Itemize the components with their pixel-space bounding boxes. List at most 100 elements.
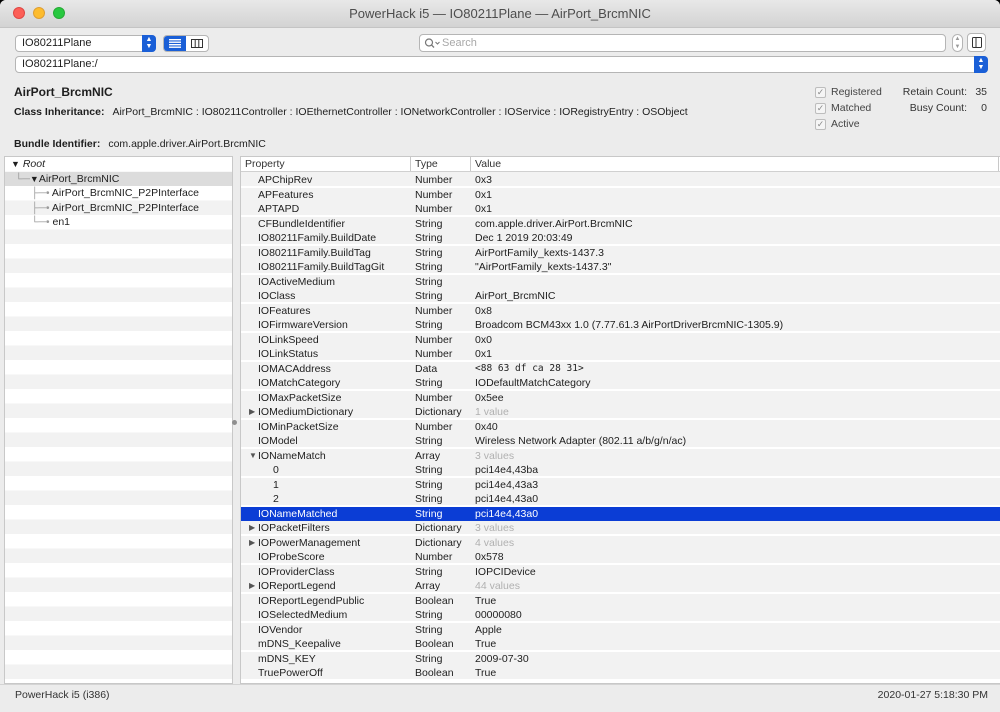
- column-header-property[interactable]: Property: [241, 157, 411, 171]
- properties-table[interactable]: Property Type Value APChipRev Number 0x3 AP…: [240, 156, 1000, 684]
- value-cell[interactable]: 0x8: [471, 304, 999, 319]
- search-field[interactable]: [419, 34, 946, 52]
- disclosure-triangle-expanded-icon[interactable]: ▼: [11, 159, 20, 169]
- plane-select[interactable]: IO80211Plane ▲ ▼: [15, 35, 156, 52]
- table-row[interactable]: IOLinkSpeed Number 0x0: [241, 332, 1000, 348]
- value-cell[interactable]: pci14e4,43a0: [471, 492, 999, 507]
- inspector-button[interactable]: [967, 33, 986, 52]
- table-row[interactable]: IOMatchCategory String IODefaultMatchCateg…: [241, 376, 1000, 391]
- table-row[interactable]: IOMinPacketSize Number 0x40: [241, 419, 1000, 435]
- value-cell[interactable]: 0x40: [471, 420, 999, 435]
- value-cell[interactable]: 0x578: [471, 550, 999, 565]
- table-row[interactable]: IOActiveMedium String: [241, 274, 1000, 290]
- value-cell[interactable]: [471, 275, 999, 290]
- value-cell[interactable]: pci14e4,43a3: [471, 478, 999, 493]
- value-cell[interactable]: Broadcom BCM43xx 1.0 (7.77.61.3 AirPortD…: [471, 318, 999, 333]
- table-row[interactable]: IOFirmwareVersion String Broadcom BCM43xx …: [241, 318, 1000, 333]
- table-row[interactable]: APFeatures Number 0x1: [241, 187, 1000, 203]
- disclosure-triangle-collapsed-icon[interactable]: ▶: [249, 405, 255, 420]
- value-cell[interactable]: 2009-07-30: [471, 652, 999, 667]
- table-row[interactable]: IOLinkStatus Number 0x1: [241, 347, 1000, 362]
- view-mode-segmented-control[interactable]: [163, 35, 209, 52]
- column-header-type[interactable]: Type: [411, 157, 471, 171]
- table-row[interactable]: APTAPD Number 0x1: [241, 202, 1000, 217]
- table-row[interactable]: IOProbeScore Number 0x578: [241, 550, 1000, 565]
- value-cell[interactable]: 44 values: [471, 579, 999, 594]
- table-row[interactable]: IOVendor String Apple: [241, 622, 1000, 638]
- tree-item-en1[interactable]: └─• en1: [5, 215, 232, 230]
- value-cell[interactable]: Apple: [471, 623, 999, 638]
- table-row[interactable]: 0 String pci14e4,43ba: [241, 463, 1000, 478]
- value-cell[interactable]: 0x1: [471, 188, 999, 203]
- column-header-value[interactable]: Value: [471, 157, 999, 171]
- table-row[interactable]: mDNS_KEY String 2009-07-30: [241, 651, 1000, 667]
- list-view-button[interactable]: [164, 36, 186, 51]
- table-row[interactable]: 1 String pci14e4,43a3: [241, 477, 1000, 493]
- value-cell[interactable]: "AirPortFamily_kexts-1437.3": [471, 260, 999, 275]
- value-cell[interactable]: 1 value: [471, 405, 999, 420]
- value-cell[interactable]: AirPort_BrcmNIC: [471, 289, 999, 304]
- value-cell[interactable]: pci14e4,43ba: [471, 463, 999, 478]
- value-cell[interactable]: IOPCIDevice: [471, 565, 999, 580]
- value-cell[interactable]: Dec 1 2019 20:03:49: [471, 231, 999, 246]
- search-input[interactable]: [442, 36, 922, 50]
- table-row[interactable]: mDNS_Keepalive Boolean True: [241, 637, 1000, 652]
- value-cell[interactable]: 0x5ee: [471, 391, 999, 406]
- tree-item-p2p-interface[interactable]: ├─• AirPort_BrcmNIC_P2PInterface: [5, 201, 232, 216]
- table-row[interactable]: IOModel String Wireless Network Adapter (8…: [241, 434, 1000, 449]
- disclosure-triangle-expanded-icon[interactable]: ▼: [249, 449, 257, 464]
- value-cell[interactable]: 0x3: [471, 173, 999, 188]
- tree-item-p2p-interface[interactable]: ├─• AirPort_BrcmNIC_P2PInterface: [5, 186, 232, 201]
- value-cell[interactable]: 0x1: [471, 202, 999, 217]
- table-row[interactable]: IONameMatched String pci14e4,43a0: [241, 506, 1000, 522]
- table-row[interactable]: 2 String pci14e4,43a0: [241, 492, 1000, 507]
- disclosure-triangle-collapsed-icon[interactable]: ▶: [249, 536, 255, 551]
- disclosure-triangle-expanded-icon[interactable]: ▼: [30, 174, 39, 184]
- tree-item-root[interactable]: ▼ Root: [5, 157, 232, 172]
- table-row[interactable]: ▶ IOPacketFilters Dictionary 3 values: [241, 521, 1000, 536]
- registry-tree[interactable]: ▼ Root └─▼AirPort_BrcmNIC ├─• AirPort_Br…: [4, 156, 233, 684]
- table-row[interactable]: ▶ IOMediumDictionary Dictionary 1 value: [241, 405, 1000, 420]
- table-row[interactable]: TruePowerOff Boolean True: [241, 666, 1000, 681]
- value-cell[interactable]: 00000080: [471, 608, 999, 623]
- table-row[interactable]: IOMaxPacketSize Number 0x5ee: [241, 390, 1000, 406]
- value-cell[interactable]: IODefaultMatchCategory: [471, 376, 999, 391]
- column-view-button[interactable]: [186, 36, 208, 51]
- value-cell[interactable]: pci14e4,43a0: [471, 507, 999, 522]
- value-cell[interactable]: 4 values: [471, 536, 999, 551]
- tree-connector-icon: ├─•: [31, 187, 50, 199]
- table-row[interactable]: ▶ IOPowerManagement Dictionary 4 values: [241, 535, 1000, 551]
- value-cell[interactable]: <88 63 df ca 28 31>: [471, 362, 999, 377]
- table-row[interactable]: IO80211Family.BuildTag String AirPortFamil…: [241, 245, 1000, 261]
- table-row[interactable]: IOProviderClass String IOPCIDevice: [241, 564, 1000, 580]
- value-cell[interactable]: Wireless Network Adapter (802.11 a/b/g/n…: [471, 434, 999, 449]
- path-field[interactable]: IO80211Plane:/ ▲ ▼: [15, 56, 988, 73]
- table-row[interactable]: IOClass String AirPort_BrcmNIC: [241, 289, 1000, 304]
- value-cell[interactable]: True: [471, 637, 999, 652]
- matched-checkbox: ✓ Matched: [815, 100, 882, 116]
- tree-item-airport-brcmnic[interactable]: └─▼AirPort_BrcmNIC: [5, 171, 232, 186]
- table-row[interactable]: IOMACAddress Data <88 63 df ca 28 31>: [241, 361, 1000, 377]
- value-cell[interactable]: True: [471, 594, 999, 609]
- value-cell[interactable]: AirPortFamily_kexts-1437.3: [471, 246, 999, 261]
- table-row[interactable]: IOSelectedMedium String 00000080: [241, 608, 1000, 623]
- table-row[interactable]: IO80211Family.BuildTagGit String "AirPortF…: [241, 260, 1000, 275]
- value-cell[interactable]: 3 values: [471, 521, 999, 536]
- table-row[interactable]: APChipRev Number 0x3: [241, 173, 1000, 188]
- disclosure-triangle-collapsed-icon[interactable]: ▶: [249, 521, 255, 536]
- split-view-divider-handle[interactable]: [232, 420, 237, 425]
- table-row[interactable]: IO80211Family.BuildDate String Dec 1 2019 …: [241, 231, 1000, 246]
- busy-count: Busy Count: 0: [895, 100, 987, 116]
- table-row[interactable]: CFBundleIdentifier String com.apple.driver…: [241, 216, 1000, 232]
- value-cell[interactable]: True: [471, 666, 999, 681]
- value-cell[interactable]: 0x0: [471, 333, 999, 348]
- table-row[interactable]: ▼ IONameMatch Array 3 values: [241, 448, 1000, 464]
- value-cell[interactable]: com.apple.driver.AirPort.BrcmNIC: [471, 217, 999, 232]
- table-row[interactable]: IOFeatures Number 0x8: [241, 303, 1000, 319]
- table-row[interactable]: IOReportLegendPublic Boolean True: [241, 593, 1000, 609]
- value-cell[interactable]: 0x1: [471, 347, 999, 362]
- disclosure-triangle-collapsed-icon[interactable]: ▶: [249, 579, 255, 594]
- value-cell[interactable]: 3 values: [471, 449, 999, 464]
- search-options-stepper[interactable]: ▲ ▼: [952, 34, 963, 52]
- table-row[interactable]: ▶ IOReportLegend Array 44 values: [241, 579, 1000, 594]
